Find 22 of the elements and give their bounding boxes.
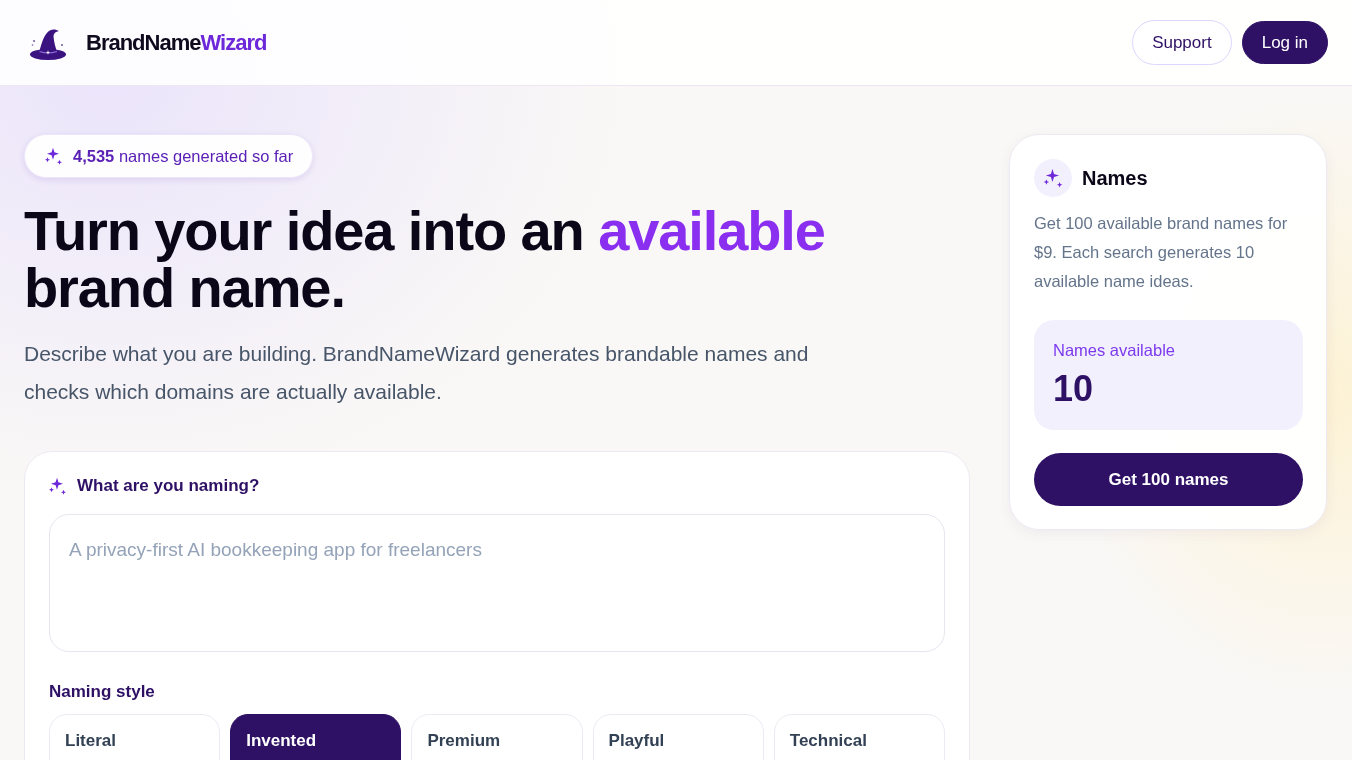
support-button[interactable]: Support xyxy=(1132,20,1232,65)
stat-label: Names available xyxy=(1053,340,1176,361)
sparkle-icon xyxy=(45,147,63,165)
counter-text: 4,535 names generated so far xyxy=(73,146,294,166)
sparkle-icon xyxy=(1034,159,1072,197)
sparkle-icon xyxy=(49,477,67,495)
style-option[interactable]: Premium xyxy=(411,714,583,760)
style-option[interactable]: Technical xyxy=(773,714,945,760)
idea-input[interactable]: A privacy-first AI bookkeeping app for freelancers xyxy=(49,514,945,652)
buy-button[interactable]: Get 100 names xyxy=(1034,453,1303,506)
login-button[interactable]: Log in xyxy=(1241,21,1328,64)
subtitle: Describe what you are building. BrandNameWizard generates brandable names and checks which domains are actually available. xyxy=(24,341,810,405)
style-option[interactable]: Invented xyxy=(230,714,402,760)
headline: Turn your idea into an available brand name. xyxy=(24,202,826,316)
plan-title: Names xyxy=(1082,166,1148,190)
style-option[interactable]: Literal xyxy=(49,714,221,760)
field-label: What are you naming? xyxy=(77,476,260,496)
brand-name: BrandNameWizard xyxy=(86,29,267,56)
stat-value: 10 xyxy=(1053,367,1095,411)
style-option[interactable]: Playful xyxy=(592,714,764,760)
plan-description: Get 100 available brand names for $9. Each search generates 10 available name ideas. xyxy=(1034,213,1289,292)
section-label: Naming style xyxy=(49,682,156,702)
